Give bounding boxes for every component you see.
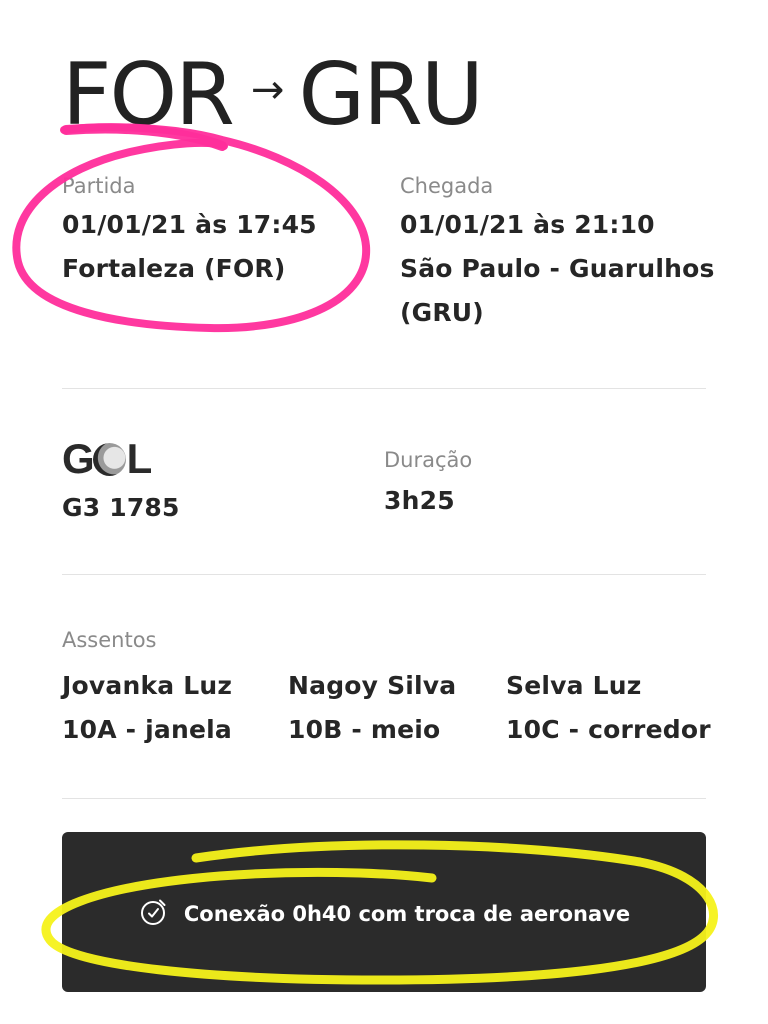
passenger-name: Jovanka Luz [62,671,233,700]
seat-number: 10A - janela [62,715,232,744]
route-title: FOR → GRU [62,45,484,145]
passenger-name: Selva Luz [506,671,642,700]
arrival-place-code: (GRU) [400,298,484,328]
departure-datetime: 01/01/21 às 17:45 [62,210,317,240]
arrival-datetime: 01/01/21 às 21:10 [400,210,655,240]
arrow-right-icon: → [250,67,285,113]
passenger-seat: Selva Luz 10C - corredor [506,664,711,752]
duration-block: Duração 3h25 [384,448,472,523]
flight-block: GL G3 1785 [62,438,180,530]
seat-number: 10C - corredor [506,715,711,744]
connection-banner: Conexão 0h40 com troca de aeronave [62,832,706,992]
route-destination: GRU [298,45,483,145]
divider [62,798,706,799]
connection-text: Conexão 0h40 com troca de aeronave [183,902,631,926]
departure-block: Partida 01/01/21 às 17:45 Fortaleza (FOR… [62,174,317,291]
arrival-place: São Paulo - Guarulhos [400,254,715,284]
departure-place: Fortaleza (FOR) [62,254,286,284]
flight-number: G3 1785 [62,493,180,522]
seat-number: 10B - meio [288,715,441,744]
departure-label: Partida [62,174,136,198]
arrival-label: Chegada [400,174,494,198]
passenger-name: Nagoy Silva [288,671,457,700]
divider [62,388,706,389]
airline-logo: GL [62,435,152,482]
clock-icon [138,897,168,931]
route-origin: FOR [62,45,235,145]
duration-label: Duração [384,448,473,472]
seats-label: Assentos [62,628,157,652]
arrival-block: Chegada 01/01/21 às 21:10 São Paulo - Gu… [400,174,715,335]
seats-label-block: Assentos [62,628,157,653]
duration-value: 3h25 [384,486,455,516]
flight-details-page: FOR → GRU Partida 01/01/21 às 17:45 Fort… [0,0,768,1024]
passenger-seat: Nagoy Silva 10B - meio [288,664,456,752]
passenger-seat: Jovanka Luz 10A - janela [62,664,232,752]
divider [62,574,706,575]
